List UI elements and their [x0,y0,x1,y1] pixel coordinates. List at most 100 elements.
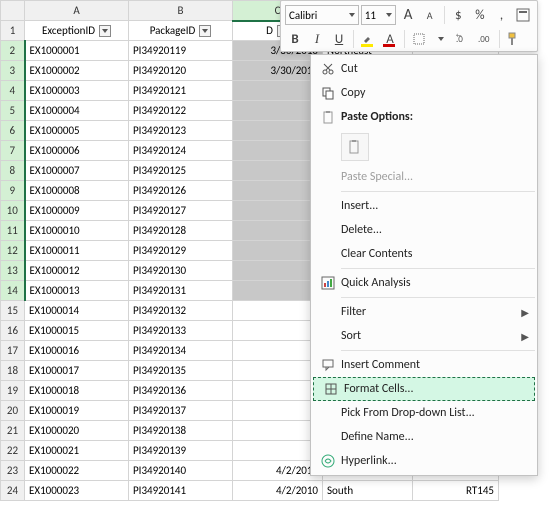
row-header[interactable]: 21 [1,421,25,441]
filter-dropdown-icon[interactable] [199,25,211,37]
cell-c[interactable]: 3 [233,201,323,221]
cell-c[interactable] [233,441,323,461]
row-header[interactable]: 24 [1,481,25,501]
underline-button[interactable]: U [329,29,349,49]
currency-button[interactable]: $ [448,5,468,25]
cell-exceptionid[interactable]: EX1000001 [25,41,129,61]
cell-c[interactable] [233,401,323,421]
increase-font-button[interactable]: A [398,5,418,25]
row-header[interactable]: 19 [1,381,25,401]
cell-packageid[interactable]: PI34920127 [129,201,233,221]
cell-c[interactable] [233,421,323,441]
cell-packageid[interactable]: PI34920134 [129,341,233,361]
cell-exceptionid[interactable]: EX1000017 [25,361,129,381]
cell-packageid[interactable]: PI34920133 [129,321,233,341]
cell-packageid[interactable]: PI34920123 [129,121,233,141]
decrease-font-button[interactable]: A [420,5,440,25]
cell-packageid[interactable]: PI34920136 [129,381,233,401]
row-header[interactable]: 22 [1,441,25,461]
menu-sort[interactable]: Sort ▶ [311,324,537,348]
cell-e[interactable]: RT145 [413,481,499,501]
borders-dropdown[interactable] [431,29,451,49]
row-header[interactable]: 5 [1,101,25,121]
cell-c[interactable]: 3 [233,181,323,201]
cell-exceptionid[interactable]: EX1000003 [25,81,129,101]
cell-exceptionid[interactable]: EX1000004 [25,101,129,121]
cell-c[interactable] [233,321,323,341]
cell-c[interactable]: 3 [233,101,323,121]
cell-d[interactable]: South [323,481,413,501]
cell-exceptionid[interactable]: EX1000006 [25,141,129,161]
cell-packageid[interactable]: PI34920121 [129,81,233,101]
cell-packageid[interactable]: PI34920128 [129,221,233,241]
cell-exceptionid[interactable]: EX1000012 [25,261,129,281]
header-cell-packageid[interactable]: PackageID [129,21,233,41]
cell-exceptionid[interactable]: EX1000021 [25,441,129,461]
cell-packageid[interactable]: PI34920126 [129,181,233,201]
font-color-button[interactable]: A [380,29,400,49]
increase-decimal-button[interactable]: .0← [453,29,473,49]
cell-exceptionid[interactable]: EX1000002 [25,61,129,81]
decrease-decimal-button[interactable]: .00 [475,29,495,49]
cell-c[interactable]: 3 [233,241,323,261]
row-header[interactable]: 17 [1,341,25,361]
cell-c[interactable]: 4/2/2010 [233,481,323,501]
cell-c[interactable] [233,361,323,381]
select-all-corner[interactable] [1,1,25,21]
bold-button[interactable]: B [285,29,305,49]
paste-button[interactable] [341,133,369,161]
row-header[interactable]: 16 [1,321,25,341]
comma-button[interactable]: , [492,5,512,25]
row-header[interactable]: 8 [1,161,25,181]
cell-exceptionid[interactable]: EX1000016 [25,341,129,361]
row-header[interactable]: 20 [1,401,25,421]
cell-packageid[interactable]: PI34920139 [129,441,233,461]
cell-packageid[interactable]: PI34920124 [129,141,233,161]
menu-copy[interactable]: Copy [311,81,537,105]
cell-packageid[interactable]: PI34920137 [129,401,233,421]
row-header[interactable]: 18 [1,361,25,381]
menu-clear-contents[interactable]: Clear Contents [311,242,537,266]
cell-exceptionid[interactable]: EX1000013 [25,281,129,301]
cell-exceptionid[interactable]: EX1000011 [25,241,129,261]
row-header[interactable]: 15 [1,301,25,321]
cell-exceptionid[interactable]: EX1000005 [25,121,129,141]
cell-c[interactable]: 3 [233,141,323,161]
filter-dropdown-icon[interactable] [99,25,111,37]
menu-insert-comment[interactable]: Insert Comment [311,353,537,377]
cell-exceptionid[interactable]: EX1000008 [25,181,129,201]
cell-packageid[interactable]: PI34920119 [129,41,233,61]
menu-insert[interactable]: Insert... [311,194,537,218]
borders-button[interactable] [409,29,429,49]
fill-color-button[interactable] [358,29,378,49]
row-header[interactable]: 14 [1,281,25,301]
cell-c[interactable]: 3 [233,161,323,181]
cell-packageid[interactable]: PI34920141 [129,481,233,501]
cell-packageid[interactable]: PI34920130 [129,261,233,281]
row-header[interactable]: 4 [1,81,25,101]
cell-c[interactable]: 3 [233,281,323,301]
menu-format-cells[interactable]: Format Cells... [313,377,535,401]
row-header[interactable]: 11 [1,221,25,241]
menu-quick-analysis[interactable]: Quick Analysis [311,271,537,295]
cell-packageid[interactable]: PI34920120 [129,61,233,81]
row-header[interactable]: 12 [1,241,25,261]
cell-packageid[interactable]: PI34920140 [129,461,233,481]
cell-c[interactable] [233,341,323,361]
cell-c[interactable]: 3/30/2010 [233,61,323,81]
column-header-b[interactable]: B [129,1,233,21]
menu-cut[interactable]: Cut [311,57,537,81]
cell-packageid[interactable]: PI34920135 [129,361,233,381]
cell-packageid[interactable]: PI34920122 [129,101,233,121]
cell-c[interactable] [233,381,323,401]
cell-exceptionid[interactable]: EX1000023 [25,481,129,501]
cell-exceptionid[interactable]: EX1000007 [25,161,129,181]
cell-exceptionid[interactable]: EX1000018 [25,381,129,401]
menu-define-name[interactable]: Define Name... [311,425,537,449]
cell-exceptionid[interactable]: EX1000015 [25,321,129,341]
row-header-1[interactable]: 1 [1,21,25,41]
cell-exceptionid[interactable]: EX1000010 [25,221,129,241]
menu-pick-from-list[interactable]: Pick From Drop-down List... [311,401,537,425]
cell-c[interactable]: 3 [233,221,323,241]
cell-c[interactable]: 4/2/2010 [233,461,323,481]
